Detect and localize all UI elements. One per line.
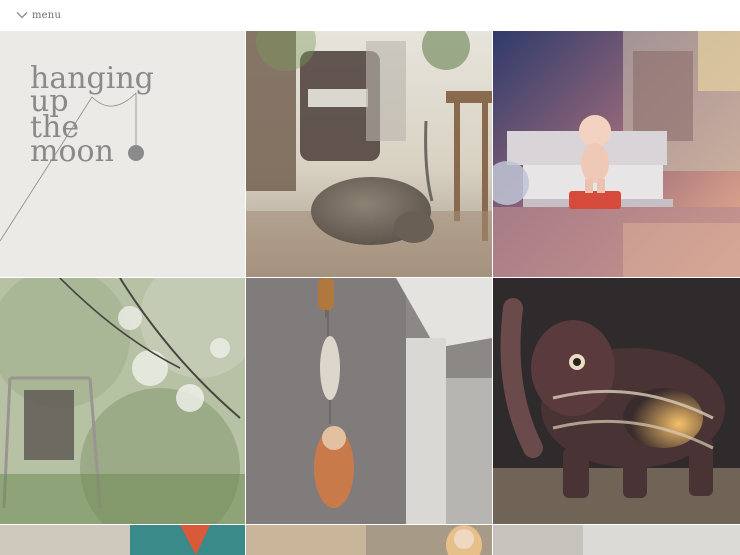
photo-bottom-2[interactable] bbox=[246, 525, 492, 555]
photo-bottom-1[interactable] bbox=[0, 525, 245, 555]
menu-button[interactable]: menu bbox=[16, 7, 61, 23]
top-bar: menu bbox=[0, 0, 740, 31]
photo-kewpie[interactable] bbox=[493, 31, 740, 277]
photo-lantern[interactable] bbox=[0, 278, 245, 524]
photo-elephant[interactable] bbox=[493, 278, 740, 524]
menu-label: menu bbox=[32, 9, 62, 21]
moon-dot bbox=[128, 145, 144, 161]
photo-grid: hanging up the moon bbox=[0, 31, 740, 555]
logo-line-4: moon bbox=[30, 134, 114, 169]
photo-mobile[interactable] bbox=[246, 278, 492, 524]
logo-tile[interactable]: hanging up the moon bbox=[0, 31, 245, 277]
photo-cat[interactable] bbox=[246, 31, 492, 277]
photo-bottom-3[interactable] bbox=[493, 525, 740, 555]
chevron-down-icon bbox=[16, 12, 28, 19]
